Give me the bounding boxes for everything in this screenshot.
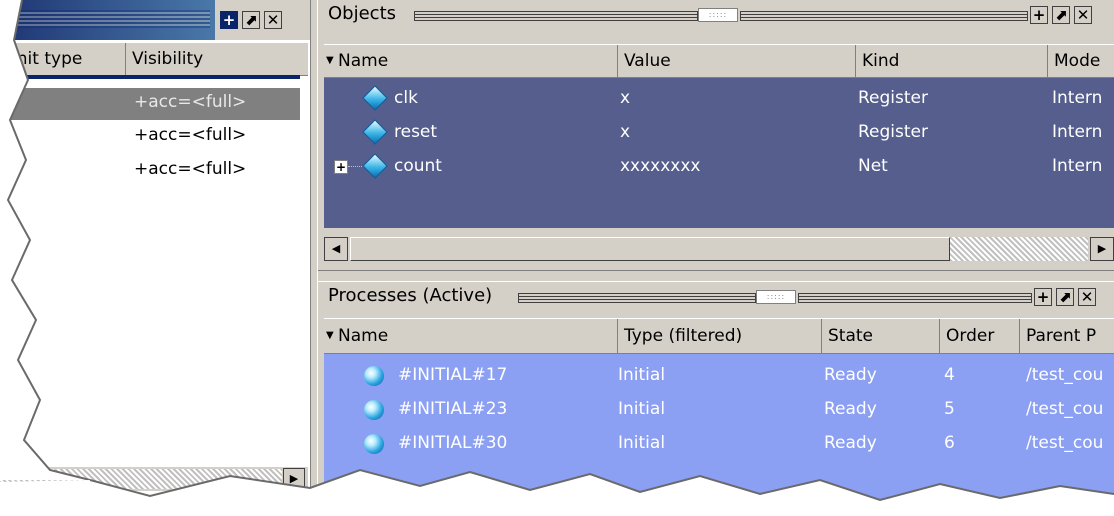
left-panel-dock-button[interactable]: + — [220, 11, 238, 29]
sort-arrow-icon: ▼ — [326, 55, 334, 66]
processes-close-button[interactable]: ✕ — [1078, 288, 1096, 306]
process-order: 6 — [944, 433, 955, 453]
process-state: Ready — [824, 365, 877, 385]
object-row[interactable]: clk x Register Intern — [324, 82, 1114, 114]
process-name: #INITIAL#30 — [398, 433, 508, 453]
sort-arrow-icon: ▼ — [326, 330, 334, 341]
object-value: x — [620, 122, 631, 142]
process-state: Ready — [824, 399, 877, 419]
processes-panel: Processes (Active) ::::: + ⬈ ✕ ▼ Name Ty… — [318, 282, 1114, 516]
processes-column-header: ▼ Name Type (filtered) State Order Paren… — [324, 318, 1114, 354]
processes-title-lines-right — [798, 293, 1032, 303]
object-name: count — [394, 156, 442, 176]
left-panel-column-header: unit type Visibility — [0, 42, 308, 76]
scroll-right-arrow-icon[interactable]: ▶ — [1090, 237, 1114, 261]
left-panel-title-grip — [6, 10, 210, 28]
process-order: 5 — [944, 399, 955, 419]
objects-column-header: ▼ Name Value Kind Mode — [324, 44, 1114, 78]
process-type: Initial — [618, 399, 666, 419]
process-order: 4 — [944, 365, 955, 385]
object-kind: Register — [858, 122, 928, 142]
objects-scroll-thumb[interactable] — [350, 237, 950, 261]
vertical-splitter[interactable] — [310, 0, 318, 516]
object-row[interactable]: reset x Register Intern — [324, 116, 1114, 148]
object-name: clk — [394, 88, 418, 108]
column-value[interactable]: Value — [618, 45, 856, 77]
objects-panel: Objects ::::: + ⬈ ✕ ▼ Name Value Kind Mo… — [318, 0, 1114, 270]
object-mode: Intern — [1052, 156, 1103, 176]
left-panel-close-button[interactable]: ✕ — [264, 11, 282, 29]
object-value: x — [620, 88, 631, 108]
processes-title: Processes (Active) — [328, 285, 493, 306]
processes-title-lines-left — [518, 293, 756, 303]
scroll-right-arrow-icon[interactable]: ▶ — [283, 468, 305, 490]
objects-close-button[interactable]: ✕ — [1074, 6, 1092, 24]
process-name: #INITIAL#23 — [398, 399, 508, 419]
left-header-underline — [0, 75, 300, 79]
objects-title-lines-left — [414, 11, 698, 21]
scroll-left-arrow-icon[interactable]: ◀ — [324, 237, 348, 261]
process-ball-icon — [364, 434, 384, 454]
objects-title-lines-right — [740, 11, 1028, 21]
process-type: Initial — [618, 433, 666, 453]
objects-list: clk x Register Intern reset x Register I… — [324, 78, 1114, 228]
processes-undock-button[interactable]: ⬈ — [1056, 288, 1074, 306]
objects-dock-button[interactable]: + — [1030, 6, 1048, 24]
process-row[interactable]: #INITIAL#30 Initial Ready 6 /test_cou — [324, 426, 1114, 460]
column-name[interactable]: ▼ Name — [324, 45, 618, 77]
processes-titlebar: Processes (Active) ::::: + ⬈ ✕ — [318, 282, 1114, 312]
column-mode[interactable]: Mode — [1048, 45, 1114, 77]
expand-plus-icon[interactable]: + — [334, 160, 348, 174]
object-row[interactable]: + count xxxxxxxx Net Intern — [324, 150, 1114, 182]
process-name: #INITIAL#17 — [398, 365, 508, 385]
column-visibility[interactable]: Visibility — [126, 43, 308, 75]
process-ball-icon — [364, 400, 384, 420]
object-name: reset — [394, 122, 438, 142]
left-horizontal-scrollbar[interactable]: ▶ — [0, 466, 308, 491]
object-kind: Register — [858, 88, 928, 108]
objects-titlebar: Objects ::::: + ⬈ ✕ — [318, 0, 1114, 30]
objects-drag-grip[interactable]: ::::: — [698, 8, 738, 22]
process-parent: /test_cou — [1026, 433, 1104, 453]
left-panel: + ⬈ ✕ unit type Visibility +acc=<full> +… — [0, 0, 310, 500]
column-name[interactable]: ▼ Name — [324, 319, 618, 353]
left-panel-titlebar: + ⬈ ✕ — [0, 0, 310, 40]
column-type[interactable]: Type (filtered) — [618, 319, 822, 353]
objects-undock-button[interactable]: ⬈ — [1052, 6, 1070, 24]
processes-dock-button[interactable]: + — [1034, 288, 1052, 306]
column-order[interactable]: Order — [940, 319, 1020, 353]
signal-diamond-icon — [362, 153, 388, 179]
process-parent: /test_cou — [1026, 365, 1104, 385]
column-unit-type[interactable]: unit type — [0, 43, 126, 75]
process-ball-icon — [364, 366, 384, 386]
process-row[interactable]: #INITIAL#23 Initial Ready 5 /test_cou — [324, 392, 1114, 426]
processes-drag-grip[interactable]: ::::: — [756, 290, 796, 304]
object-kind: Net — [858, 156, 888, 176]
left-row-visibility[interactable]: +acc=<full> — [134, 92, 246, 112]
process-state: Ready — [824, 433, 877, 453]
signal-diamond-icon — [362, 85, 388, 111]
left-panel-undock-button[interactable]: ⬈ — [242, 11, 260, 29]
object-value: xxxxxxxx — [620, 156, 701, 176]
column-name-label: Name — [338, 51, 389, 71]
column-name-label: Name — [338, 326, 389, 346]
left-scroll-track[interactable] — [0, 469, 282, 489]
left-row-visibility[interactable]: +acc=<full> — [134, 159, 246, 179]
objects-horizontal-scrollbar[interactable]: ◀ ▶ — [324, 234, 1114, 264]
objects-title: Objects — [328, 3, 397, 24]
object-mode: Intern — [1052, 88, 1103, 108]
process-parent: /test_cou — [1026, 399, 1104, 419]
objects-scroll-track[interactable] — [950, 237, 1088, 261]
object-mode: Intern — [1052, 122, 1103, 142]
column-state[interactable]: State — [822, 319, 940, 353]
column-parent[interactable]: Parent P — [1020, 319, 1114, 353]
left-row-visibility[interactable]: +acc=<full> — [134, 125, 246, 145]
process-row[interactable]: #INITIAL#17 Initial Ready 4 /test_cou — [324, 358, 1114, 392]
processes-list: #INITIAL#17 Initial Ready 4 /test_cou #I… — [324, 354, 1114, 516]
signal-diamond-icon — [362, 119, 388, 145]
process-type: Initial — [618, 365, 666, 385]
horizontal-splitter[interactable] — [318, 270, 1114, 282]
column-kind[interactable]: Kind — [856, 45, 1048, 77]
